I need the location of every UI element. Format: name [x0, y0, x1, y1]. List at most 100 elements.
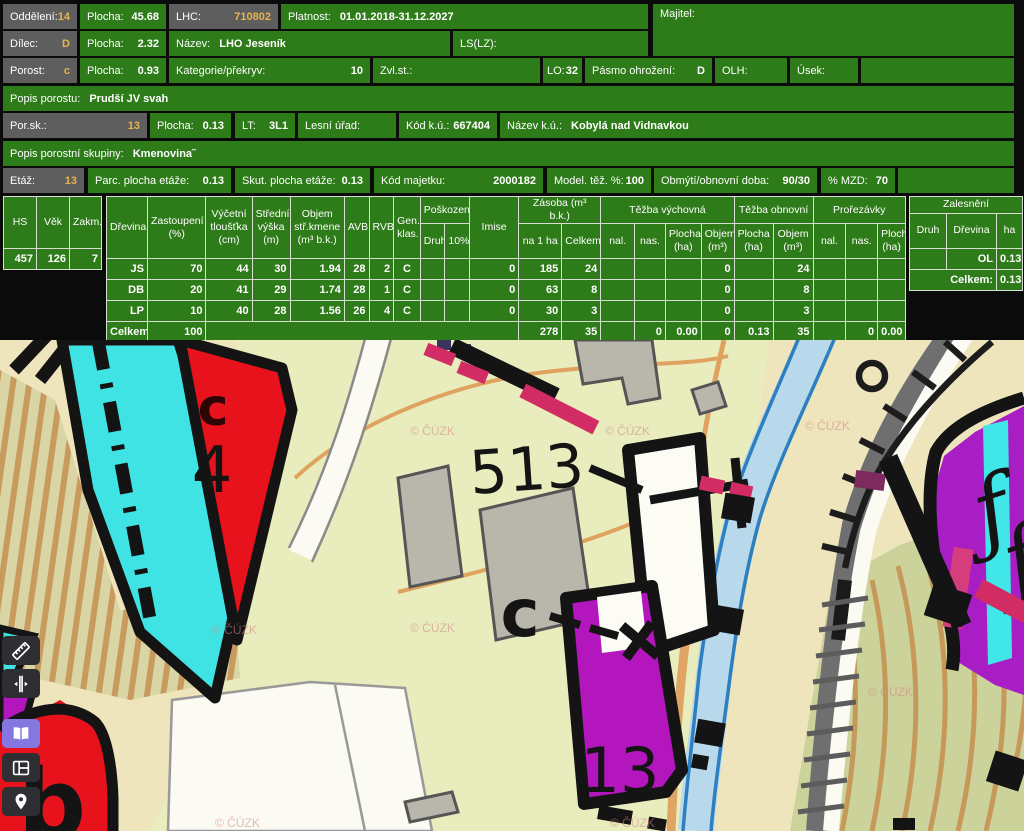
cell	[445, 280, 470, 301]
cell: 3	[773, 301, 813, 322]
cuzk-watermark: © ČÚZK	[410, 423, 455, 438]
cell: 26	[344, 301, 369, 322]
col-to-plocha: Plocha (ha)	[734, 224, 773, 259]
cell: 0	[469, 259, 518, 280]
cell: 63	[519, 280, 562, 301]
cell	[878, 259, 906, 280]
cuzk-watermark: © ČÚZK	[410, 620, 455, 635]
cell	[420, 301, 445, 322]
cell: 0	[701, 280, 734, 301]
cell	[445, 301, 470, 322]
cell: 30	[519, 301, 562, 322]
field-mzd: % MZD:70	[821, 168, 895, 193]
cell	[420, 280, 445, 301]
cell	[635, 280, 666, 301]
cuzk-watermark: © ČÚZK	[605, 423, 650, 438]
cell: 70	[148, 259, 206, 280]
cell	[846, 259, 878, 280]
cell: 4	[369, 301, 394, 322]
col-pr-plocha: Plocha (ha)	[878, 224, 906, 259]
zalesneni-total-row: Celkem: 0.13	[910, 270, 1023, 291]
group-tezba-obnovni: Těžba obnovní	[734, 197, 813, 224]
field-etaz: Etáž:13	[3, 168, 84, 193]
legend-book-button[interactable]	[2, 719, 40, 748]
col-to-objem: Objem (m³)	[773, 224, 813, 259]
zalesneni-table: Zalesnění Druh Dřevina ha OL 0.13 Celkem…	[909, 196, 1023, 291]
layout-button[interactable]	[2, 753, 40, 782]
cell: 28	[252, 301, 290, 322]
field-nazev: Název:LHO Jeseník	[169, 31, 450, 56]
col-stredni: Střední výška (m)	[252, 197, 290, 259]
group-zasoba: Zásoba (m³ b.k.)	[519, 197, 601, 224]
cell: 1.56	[290, 301, 344, 322]
table-row: JS70 4430 1.9428 2C 0185 24 0 24	[107, 259, 906, 280]
cell	[665, 301, 701, 322]
field-olh: OLH:	[715, 58, 787, 83]
field-lhc: LHC:710802	[169, 4, 278, 29]
field-parc-plocha: Parc. plocha etáže:0.13	[88, 168, 231, 193]
cell	[445, 259, 470, 280]
species-table: Dřevina Zastoupení (%) Výčetní tloušťka …	[106, 196, 906, 343]
cell: C	[394, 280, 421, 301]
field-kod-ku: Kód k.ú.:667404	[399, 113, 497, 138]
cell	[813, 280, 846, 301]
cell: 30	[252, 259, 290, 280]
panels-icon	[10, 757, 32, 779]
cell: OL	[947, 249, 997, 270]
stand-label-13: 13	[581, 734, 660, 807]
field-empty-r7	[898, 168, 1014, 193]
cell	[734, 280, 773, 301]
cuzk-watermark: © ČÚZK	[868, 684, 913, 699]
hs-table: HS Věk Zakm. 457 126 7	[3, 196, 102, 270]
field-plocha-oddeleni: Plocha:45.68	[80, 4, 166, 29]
cell	[878, 301, 906, 322]
col-pr-nas: nas.	[846, 224, 878, 259]
col-na1ha: na 1 ha	[519, 224, 562, 259]
compare-button[interactable]	[2, 669, 40, 698]
cell: 0	[469, 280, 518, 301]
col-drevina: Dřevina	[107, 197, 148, 259]
cell: DB	[107, 280, 148, 301]
field-plocha-porsk: Plocha:0.13	[150, 113, 231, 138]
app-window: Oddělení:14 Plocha:45.68 LHC:710802 Plat…	[0, 0, 1024, 831]
cell: JS	[107, 259, 148, 280]
field-pasmo: Pásmo ohrožení:D	[585, 58, 712, 83]
cell: 24	[562, 259, 601, 280]
table-row: LP10 4028 1.5626 4C 030 3 0 3	[107, 301, 906, 322]
field-kod-majetku: Kód majetku:2000182	[374, 168, 543, 193]
map-canvas[interactable]: c 4 513 13	[0, 340, 1024, 831]
cell: 20	[148, 280, 206, 301]
cell	[601, 259, 635, 280]
cell: C	[394, 259, 421, 280]
locate-button[interactable]	[2, 787, 40, 816]
cuzk-watermark: © ČÚZK	[805, 418, 850, 433]
col-avb: AVB	[344, 197, 369, 259]
col-posk-10: 10%	[445, 224, 470, 259]
col-zastoupeni: Zastoupení (%)	[148, 197, 206, 259]
stand-label-4: 4	[192, 434, 233, 508]
field-porsk: Por.sk.:13	[3, 113, 147, 138]
cell: 1.74	[290, 280, 344, 301]
field-lo: LO:32	[543, 58, 582, 83]
col-rvb: RVB	[369, 197, 394, 259]
cell: 7	[70, 249, 102, 270]
field-platnost: Platnost:01.01.2018-31.12.2027	[281, 4, 648, 29]
stand-label-c: c	[500, 575, 539, 652]
field-plocha-dilec: Plocha:2.32	[80, 31, 166, 56]
col-zasoba-celkem: Celkem	[562, 224, 601, 259]
field-lslz: LS(LZ):	[453, 31, 648, 56]
field-skut-plocha: Skut. plocha etáže:0.13	[235, 168, 370, 193]
measure-button[interactable]	[2, 636, 40, 665]
field-model-tez: Model. těž. %:100	[547, 168, 651, 193]
col-vycetni: Výčetní tloušťka (cm)	[206, 197, 252, 259]
col-zal-ha: ha	[997, 214, 1023, 249]
group-tezba-vychovna: Těžba výchovná	[601, 197, 734, 224]
cell: 0	[701, 259, 734, 280]
col-pr-nal: nal.	[813, 224, 846, 259]
cuzk-watermark: © ČÚZK	[215, 815, 260, 830]
col-tv-nas: nas.	[635, 224, 666, 259]
field-porost: Porost:c	[3, 58, 77, 83]
field-empty-r3	[861, 58, 1014, 83]
field-zvlst: Zvl.st.:	[373, 58, 540, 83]
cell: 3	[562, 301, 601, 322]
